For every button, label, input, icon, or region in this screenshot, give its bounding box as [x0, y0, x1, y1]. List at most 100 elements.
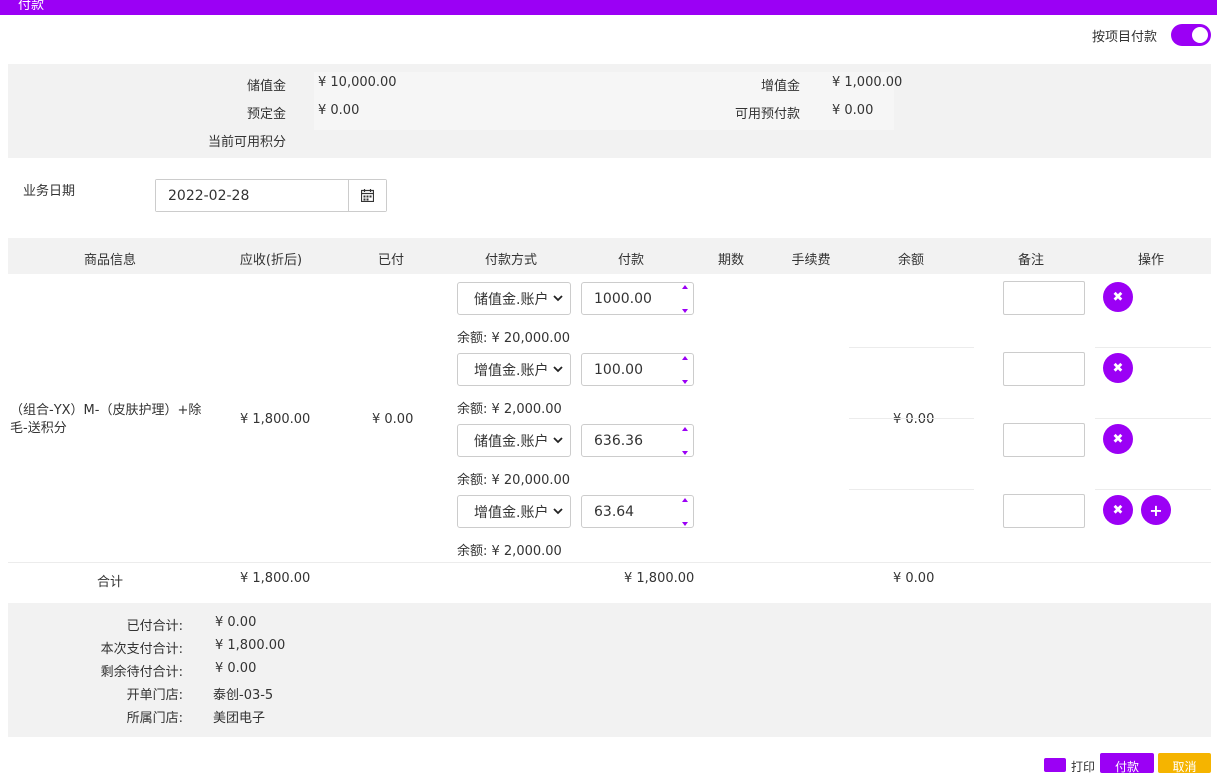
row-divider: [849, 489, 974, 490]
payment-amount-value: 63.64: [594, 503, 635, 520]
paid-total-value: ¥ 0.00: [215, 615, 257, 630]
row-receivable: ¥ 1,800.00: [240, 412, 311, 427]
plus-icon: +: [1149, 500, 1163, 520]
payment-amount-input[interactable]: 100.00: [581, 353, 694, 386]
stored-value-label: 储值金: [246, 79, 286, 94]
payment-method-value: 增值金.账户: [474, 504, 549, 521]
col-payment: 付款: [617, 253, 645, 268]
close-icon: ✖: [1112, 502, 1124, 518]
total-receivable: ¥ 1,800.00: [240, 571, 311, 586]
total-balance: ¥ 0.00: [893, 571, 935, 586]
balance-strip: [314, 72, 894, 130]
order-store-value: 泰创-03-5: [213, 688, 274, 703]
col-paid: 已付: [377, 253, 405, 268]
pay-by-item-toggle-group: 按项目付款: [1092, 24, 1211, 46]
bonus-value-amount: ¥ 1,000.00: [832, 75, 903, 90]
remove-payment-button[interactable]: ✖: [1103, 282, 1133, 312]
calendar-icon: [361, 189, 374, 202]
payment-method-value: 储值金.账户: [474, 433, 549, 450]
business-date-label: 业务日期: [23, 184, 76, 199]
remaining-total-value: ¥ 0.00: [215, 661, 257, 676]
order-store-label: 开单门店:: [126, 688, 183, 703]
payment-method-select[interactable]: 储值金.账户: [457, 424, 571, 457]
owner-store-label: 所属门店:: [126, 711, 183, 726]
chevron-down-icon: [553, 437, 563, 444]
payment-amount-input[interactable]: 636.36: [581, 424, 694, 457]
payment-method-select[interactable]: 储值金.账户: [457, 282, 571, 315]
toggle-knob: [1192, 27, 1208, 43]
col-installments: 期数: [717, 253, 745, 268]
payment-method-select[interactable]: 增值金.账户: [457, 495, 571, 528]
col-actions: 操作: [1137, 253, 1165, 268]
chevron-down-icon: [553, 295, 563, 302]
payment-amount-input[interactable]: 1000.00: [581, 282, 694, 315]
chevron-down-icon: [553, 366, 563, 373]
col-note: 备注: [1017, 253, 1045, 268]
col-method: 付款方式: [484, 253, 538, 268]
note-input[interactable]: [1003, 281, 1085, 315]
row-divider: [1095, 489, 1211, 490]
payment-method-value: 增值金.账户: [474, 362, 549, 379]
total-divider: [8, 562, 1211, 563]
balance-panel: 储值金 ¥ 10,000.00 增值金 ¥ 1,000.00 预定金 ¥ 0.0…: [8, 64, 1211, 158]
row-divider: [1095, 347, 1211, 348]
remove-payment-button[interactable]: ✖: [1103, 424, 1133, 454]
print-checkbox[interactable]: [1044, 758, 1066, 772]
remove-payment-button[interactable]: ✖: [1103, 353, 1133, 383]
payment-method-value: 储值金.账户: [474, 291, 549, 308]
prepaid-amount: ¥ 0.00: [832, 103, 874, 118]
amount-stepper[interactable]: [682, 356, 690, 384]
pay-by-item-toggle[interactable]: [1171, 24, 1211, 46]
payment-amount-value: 100.00: [594, 361, 643, 378]
title-bar: 付款: [0, 0, 1217, 15]
row-divider: [849, 347, 974, 348]
remove-payment-button[interactable]: ✖: [1103, 495, 1133, 525]
account-remaining: 余额: ¥ 20,000.00: [457, 331, 571, 346]
col-balance: 余额: [897, 253, 925, 268]
pay-button[interactable]: 付款: [1100, 753, 1154, 774]
payment-amount-input[interactable]: 63.64: [581, 495, 694, 528]
business-date-field: [155, 179, 387, 212]
payment-method-select[interactable]: 增值金.账户: [457, 353, 571, 386]
summary-panel: 已付合计: ¥ 0.00 本次支付合计: ¥ 1,800.00 剩余待付合计: …: [8, 603, 1211, 737]
col-receivable: 应收(折后): [239, 253, 303, 268]
close-icon: ✖: [1112, 431, 1124, 447]
print-label: 打印: [1071, 760, 1096, 774]
pay-by-item-label: 按项目付款: [1091, 29, 1157, 45]
account-remaining: 余额: ¥ 20,000.00: [457, 473, 571, 488]
payment-amount-value: 636.36: [594, 432, 643, 449]
calendar-button[interactable]: [348, 180, 386, 211]
prepaid-label: 可用预付款: [734, 107, 800, 122]
product-name: （组合-YX）M-（皮肤护理）+除毛-送积分: [10, 403, 202, 436]
stored-value-amount: ¥ 10,000.00: [318, 75, 397, 90]
account-remaining: 余额: ¥ 2,000.00: [457, 544, 562, 559]
this-payment-total-label: 本次支付合计:: [100, 642, 183, 657]
chevron-down-icon: [553, 508, 563, 515]
window-title: 付款: [18, 0, 45, 13]
close-icon: ✖: [1112, 360, 1124, 376]
account-remaining: 余额: ¥ 2,000.00: [457, 402, 562, 417]
amount-stepper[interactable]: [682, 498, 690, 526]
payment-amount-value: 1000.00: [594, 290, 652, 307]
deposit-label: 预定金: [246, 107, 286, 122]
payment-table-header: 商品信息 应收(折后) 已付 付款方式 付款 期数 手续费 余额 备注 操作: [8, 238, 1211, 274]
note-input[interactable]: [1003, 494, 1085, 528]
add-payment-button[interactable]: +: [1141, 495, 1171, 525]
note-input[interactable]: [1003, 352, 1085, 386]
owner-store-value: 美团电子: [213, 711, 266, 726]
this-payment-total-value: ¥ 1,800.00: [215, 638, 286, 653]
points-label: 当前可用积分: [207, 135, 286, 150]
row-divider: [849, 418, 974, 419]
total-payment: ¥ 1,800.00: [624, 571, 695, 586]
cancel-button[interactable]: 取消: [1158, 753, 1211, 774]
deposit-amount: ¥ 0.00: [318, 103, 360, 118]
row-divider: [1095, 418, 1211, 419]
col-fee: 手续费: [791, 253, 831, 268]
paid-total-label: 已付合计:: [126, 619, 183, 634]
bonus-value-label: 增值金: [760, 79, 800, 94]
note-input[interactable]: [1003, 423, 1085, 457]
business-date-input[interactable]: [156, 180, 348, 211]
col-product: 商品信息: [83, 253, 137, 268]
amount-stepper[interactable]: [682, 427, 690, 455]
amount-stepper[interactable]: [682, 285, 690, 313]
